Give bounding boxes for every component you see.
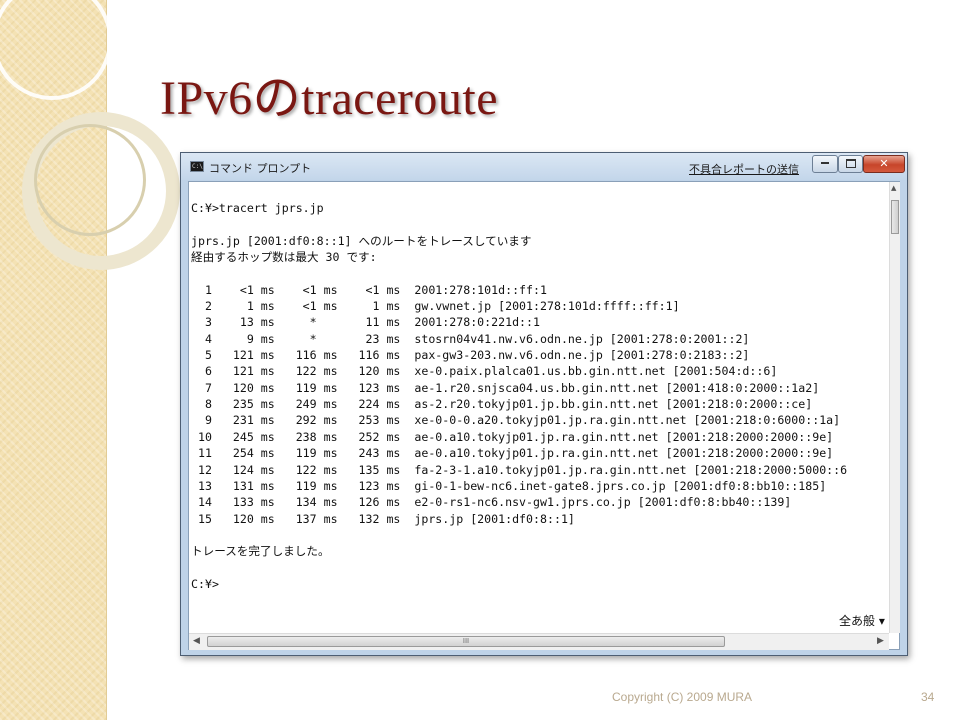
console-line: 6 121 ms 122 ms 120 ms xe-0.paix.plalca0… (204, 364, 778, 379)
console-output[interactable]: C:¥>tracert jprs.jp jprs.jp [2001:df0:8:… (189, 182, 889, 633)
close-icon: ✕ (879, 157, 889, 170)
decorative-ring (0, 0, 112, 100)
console-line: 15 120 ms 137 ms 132 ms jprs.jp [2001:df… (197, 511, 575, 526)
close-button[interactable]: ✕ (863, 155, 905, 173)
horizontal-scroll-thumb[interactable]: III (207, 636, 725, 647)
console-line: C:¥> (191, 576, 219, 591)
cmd-icon[interactable]: C:\ (190, 161, 204, 172)
horizontal-scrollbar[interactable]: ◀ III ▶ (189, 633, 889, 650)
page-number: 34 (921, 690, 935, 704)
copyright-footer: Copyright (C) 2009 MURA (612, 690, 753, 704)
vertical-scroll-thumb[interactable] (891, 200, 899, 234)
send-error-report-link[interactable]: 不具合レポートの送信 (689, 161, 799, 177)
decorative-ring (34, 124, 146, 236)
console-line: 5 121 ms 116 ms 116 ms pax-gw3-203.nw.v6… (204, 348, 750, 363)
maximize-icon (845, 158, 856, 168)
console-line: 9 231 ms 292 ms 253 ms xe-0-0-0.a20.toky… (204, 413, 841, 428)
window-title: コマンド プロンプト (209, 162, 312, 175)
slide-title: IPv6のtraceroute (160, 72, 499, 125)
console-line: 8 235 ms 249 ms 224 ms as-2.r20.tokyjp01… (204, 397, 813, 412)
minimize-button[interactable] (812, 155, 838, 173)
scroll-right-arrow-icon[interactable]: ▶ (877, 636, 884, 646)
console-line: 経由するホップ数は最大 30 です: (191, 250, 377, 265)
scroll-grip: III (462, 637, 470, 645)
console-line: 3 13 ms * 11 ms 2001:278:0:221d::1 (204, 315, 541, 330)
window-titlebar[interactable]: C:\ コマンド プロンプト 不具合レポートの送信 ✕ (181, 153, 907, 180)
console-line: 11 254 ms 119 ms 243 ms ae-0.a10.tokyjp0… (197, 446, 834, 461)
console-line: 4 9 ms * 23 ms stosrn04v41.nw.v6.odn.ne.… (204, 331, 750, 346)
console-line: トレースを完了しました。 (191, 544, 330, 559)
scroll-left-arrow-icon[interactable]: ◀ (193, 636, 200, 646)
console-text: C:¥>tracert jprs.jp jprs.jp [2001:df0:8:… (189, 182, 889, 592)
console-line: 14 133 ms 134 ms 126 ms e2-0-rs1-nc6.nsv… (197, 495, 792, 510)
command-prompt-window[interactable]: C:\ コマンド プロンプト 不具合レポートの送信 ✕ C:¥>tracert … (180, 152, 908, 656)
console-line: 13 131 ms 119 ms 123 ms gi-0-1-bew-nc6.i… (197, 478, 827, 493)
ime-dropdown-icon[interactable]: ▾ (879, 614, 885, 628)
maximize-button[interactable] (838, 155, 863, 173)
ime-status-indicator[interactable]: 全あ般 ▾ (837, 612, 887, 629)
console-line: 7 120 ms 119 ms 123 ms ae-1.r20.snjsca04… (204, 380, 820, 395)
console-line: 12 124 ms 122 ms 135 ms fa-2-3-1.a10.tok… (197, 462, 848, 477)
ime-status-label: 全あ般 (839, 614, 876, 628)
console-line: 10 245 ms 238 ms 252 ms ae-0.a10.tokyjp0… (197, 429, 834, 444)
console-line: 2 1 ms <1 ms 1 ms gw.vwnet.jp [2001:278:… (204, 299, 680, 314)
console-line: 1 <1 ms <1 ms <1 ms 2001:278:101d::ff:1 (204, 282, 547, 297)
console-client-area[interactable]: C:¥>tracert jprs.jp jprs.jp [2001:df0:8:… (188, 181, 900, 650)
scroll-up-arrow-icon[interactable]: ▲ (891, 184, 896, 192)
minimize-icon (821, 162, 829, 164)
vertical-scrollbar[interactable]: ▲ (889, 182, 900, 633)
console-line: C:¥>tracert jprs.jp (191, 201, 324, 215)
decorative-side-band (0, 0, 180, 720)
console-line: jprs.jp [2001:df0:8::1] へのルートをトレースしています (191, 233, 532, 248)
